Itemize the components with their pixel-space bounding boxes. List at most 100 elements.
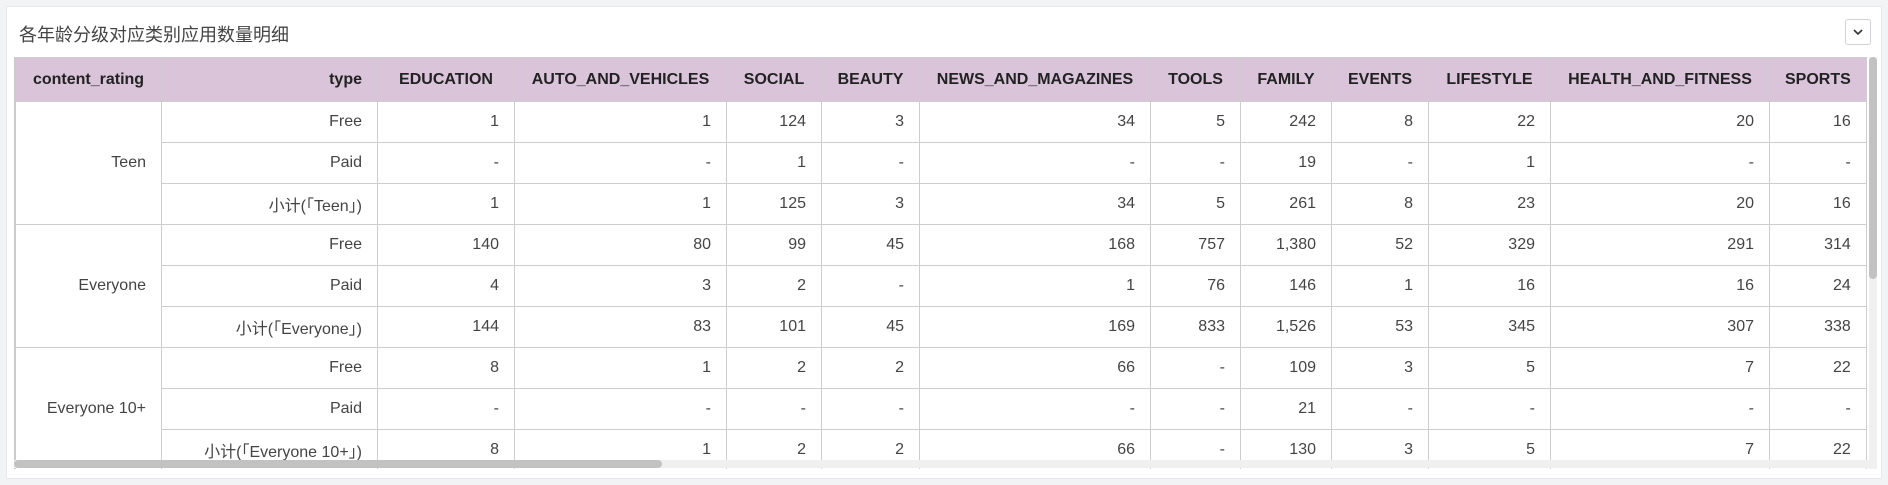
value-cell: 5: [1150, 101, 1241, 143]
table-row: Paid - - - - - -21- - - -: [16, 388, 1867, 430]
type-cell: Paid: [161, 142, 378, 184]
type-cell: Paid: [161, 388, 378, 430]
value-cell: 2: [726, 265, 822, 307]
value-cell: 109: [1240, 347, 1332, 389]
value-cell: -: [821, 265, 920, 307]
value-cell: -: [1331, 388, 1429, 430]
type-cell: Free: [161, 347, 378, 389]
value-cell: -: [1769, 142, 1867, 184]
value-cell: 16: [1428, 265, 1551, 307]
value-cell: -: [1550, 388, 1770, 430]
value-cell: -: [1550, 142, 1770, 184]
value-cell: 1,380: [1240, 224, 1332, 266]
value-cell: 125: [726, 183, 822, 225]
panel-title: 各年龄分级对应类别应用数量明细: [19, 25, 289, 46]
value-cell: -: [919, 388, 1151, 430]
table-row: Everyone Free 140 80 99 45 168 757 1,380 52 329 291…: [15, 224, 1867, 348]
value-cell: 8: [1331, 101, 1429, 143]
column-header[interactable]: TOOLS: [1150, 57, 1241, 102]
column-header[interactable]: EDUCATION: [377, 57, 515, 102]
value-cell: 338: [1769, 306, 1867, 348]
content-rating-cell: Everyone: [15, 224, 162, 348]
table-row: 小计(「Everyone」) 144 83 101 45 169 833 1,526 53 345…: [16, 306, 1867, 348]
pivot-table: content_rating type EDUCATION AUTO_AND_V…: [15, 57, 1867, 469]
value-cell: 8: [377, 347, 515, 389]
value-cell: 66: [919, 347, 1151, 389]
value-cell: 757: [1150, 224, 1241, 266]
column-header[interactable]: content_rating: [15, 57, 162, 102]
value-cell: 1: [1428, 142, 1551, 184]
value-cell: 169: [919, 306, 1151, 348]
value-cell: 4: [377, 265, 515, 307]
column-header[interactable]: EVENTS: [1331, 57, 1429, 102]
horizontal-scroll-thumb[interactable]: [14, 460, 662, 468]
value-cell: 83: [514, 306, 727, 348]
value-cell: 1: [377, 183, 515, 225]
value-cell: 45: [821, 224, 920, 266]
value-cell: 307: [1550, 306, 1770, 348]
value-cell: 20: [1550, 183, 1770, 225]
vertical-scroll-thumb[interactable]: [1869, 57, 1877, 279]
column-header[interactable]: AUTO_AND_VEHICLES: [514, 57, 727, 102]
column-header[interactable]: HEALTH_AND_FITNESS: [1550, 57, 1770, 102]
collapse-button[interactable]: [1845, 19, 1871, 45]
chevron-down-icon: [1853, 29, 1863, 36]
value-cell: 7: [1550, 347, 1770, 389]
value-cell: 1: [514, 101, 727, 143]
value-cell: 329: [1428, 224, 1551, 266]
value-cell: 45: [821, 306, 920, 348]
value-cell: 5: [1428, 347, 1551, 389]
value-cell: 2: [821, 347, 920, 389]
value-cell: 20: [1550, 101, 1770, 143]
value-cell: -: [1428, 388, 1551, 430]
vertical-scrollbar[interactable]: [1869, 57, 1877, 469]
value-cell: 76: [1150, 265, 1241, 307]
column-header[interactable]: SOCIAL: [726, 57, 822, 102]
value-cell: 16: [1769, 101, 1867, 143]
column-header[interactable]: BEAUTY: [821, 57, 920, 102]
value-cell: 80: [514, 224, 727, 266]
value-cell: -: [821, 388, 920, 430]
value-cell: -: [1150, 347, 1241, 389]
value-cell: 1: [919, 265, 1151, 307]
value-cell: 2: [726, 347, 822, 389]
value-cell: -: [1150, 142, 1241, 184]
value-cell: 8: [1331, 183, 1429, 225]
horizontal-scrollbar[interactable]: [14, 460, 1871, 468]
value-cell: -: [514, 142, 727, 184]
column-header[interactable]: LIFESTYLE: [1428, 57, 1551, 102]
value-cell: 144: [377, 306, 515, 348]
value-cell: 1: [514, 183, 727, 225]
type-cell: Paid: [161, 265, 378, 307]
value-cell: 146: [1240, 265, 1332, 307]
value-cell: 16: [1769, 183, 1867, 225]
table-viewport[interactable]: content_rating type EDUCATION AUTO_AND_V…: [14, 57, 1872, 469]
value-cell: 3: [821, 101, 920, 143]
value-cell: 1: [726, 142, 822, 184]
value-cell: -: [377, 388, 515, 430]
type-cell: Free: [161, 101, 378, 143]
value-cell: 1: [1331, 265, 1429, 307]
content-rating-cell: Teen: [15, 101, 162, 225]
value-cell: 1: [377, 101, 515, 143]
table-row: Paid - -1- - -19-1- -: [16, 142, 1867, 184]
value-cell: 3: [514, 265, 727, 307]
value-cell: 3: [821, 183, 920, 225]
value-cell: 261: [1240, 183, 1332, 225]
column-header[interactable]: FAMILY: [1240, 57, 1332, 102]
value-cell: 101: [726, 306, 822, 348]
value-cell: -: [1150, 388, 1241, 430]
column-header[interactable]: SPORTS: [1769, 57, 1867, 102]
column-header[interactable]: NEWS_AND_MAGAZINES: [919, 57, 1151, 102]
value-cell: 53: [1331, 306, 1429, 348]
value-cell: -: [377, 142, 515, 184]
table-body: Teen Free 1 1 124 3 34 5 242 8 22 20 16 Paid - -1- - -19-…: [15, 101, 1867, 469]
value-cell: 24: [1769, 265, 1867, 307]
value-cell: 22: [1769, 347, 1867, 389]
value-cell: -: [1769, 388, 1867, 430]
column-header[interactable]: type: [161, 57, 378, 102]
header-row: content_rating type EDUCATION AUTO_AND_V…: [15, 57, 1867, 102]
type-cell: 小计(「Teen」): [161, 183, 378, 225]
table-row: 小计(「Teen」) 1 1 125 3 34 5 261 8 23 20 16: [16, 183, 1867, 225]
value-cell: 833: [1150, 306, 1241, 348]
